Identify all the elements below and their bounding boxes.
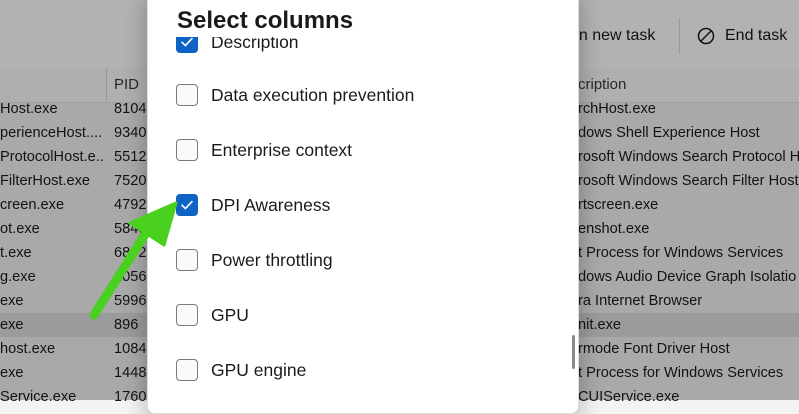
scrollbar-thumb[interactable]	[572, 335, 575, 369]
option-label: DPI Awareness	[211, 194, 331, 215]
checkbox[interactable]	[176, 359, 198, 381]
checkmark-icon	[181, 37, 193, 47]
dialog-title: Select columns	[177, 7, 354, 34]
option-data-execution-prevention[interactable]: Data execution prevention	[176, 81, 414, 109]
checkbox-checked[interactable]	[176, 37, 198, 53]
option-description[interactable]: Description	[176, 37, 299, 56]
option-label: Data execution prevention	[211, 84, 415, 105]
option-label: Description	[211, 37, 299, 52]
checkbox[interactable]	[176, 84, 198, 106]
option-gpu[interactable]: GPU	[176, 301, 249, 329]
green-arrow-icon	[89, 201, 178, 320]
option-label: GPU engine	[211, 359, 307, 380]
option-dpi-awareness[interactable]: DPI Awareness	[176, 191, 330, 219]
option-power-throttling[interactable]: Power throttling	[176, 246, 333, 274]
column-options-list: Description Data execution prevention En…	[148, 37, 578, 413]
checkmark-icon	[181, 200, 193, 210]
option-label: Enterprise context	[211, 139, 353, 160]
option-enterprise-context[interactable]: Enterprise context	[176, 136, 352, 164]
option-gpu-engine[interactable]: GPU engine	[176, 356, 306, 384]
select-columns-dialog: Select columns Description Data executio…	[147, 0, 579, 414]
option-label: Power throttling	[211, 249, 333, 270]
option-label: GPU	[211, 304, 249, 325]
checkbox[interactable]	[176, 139, 198, 161]
